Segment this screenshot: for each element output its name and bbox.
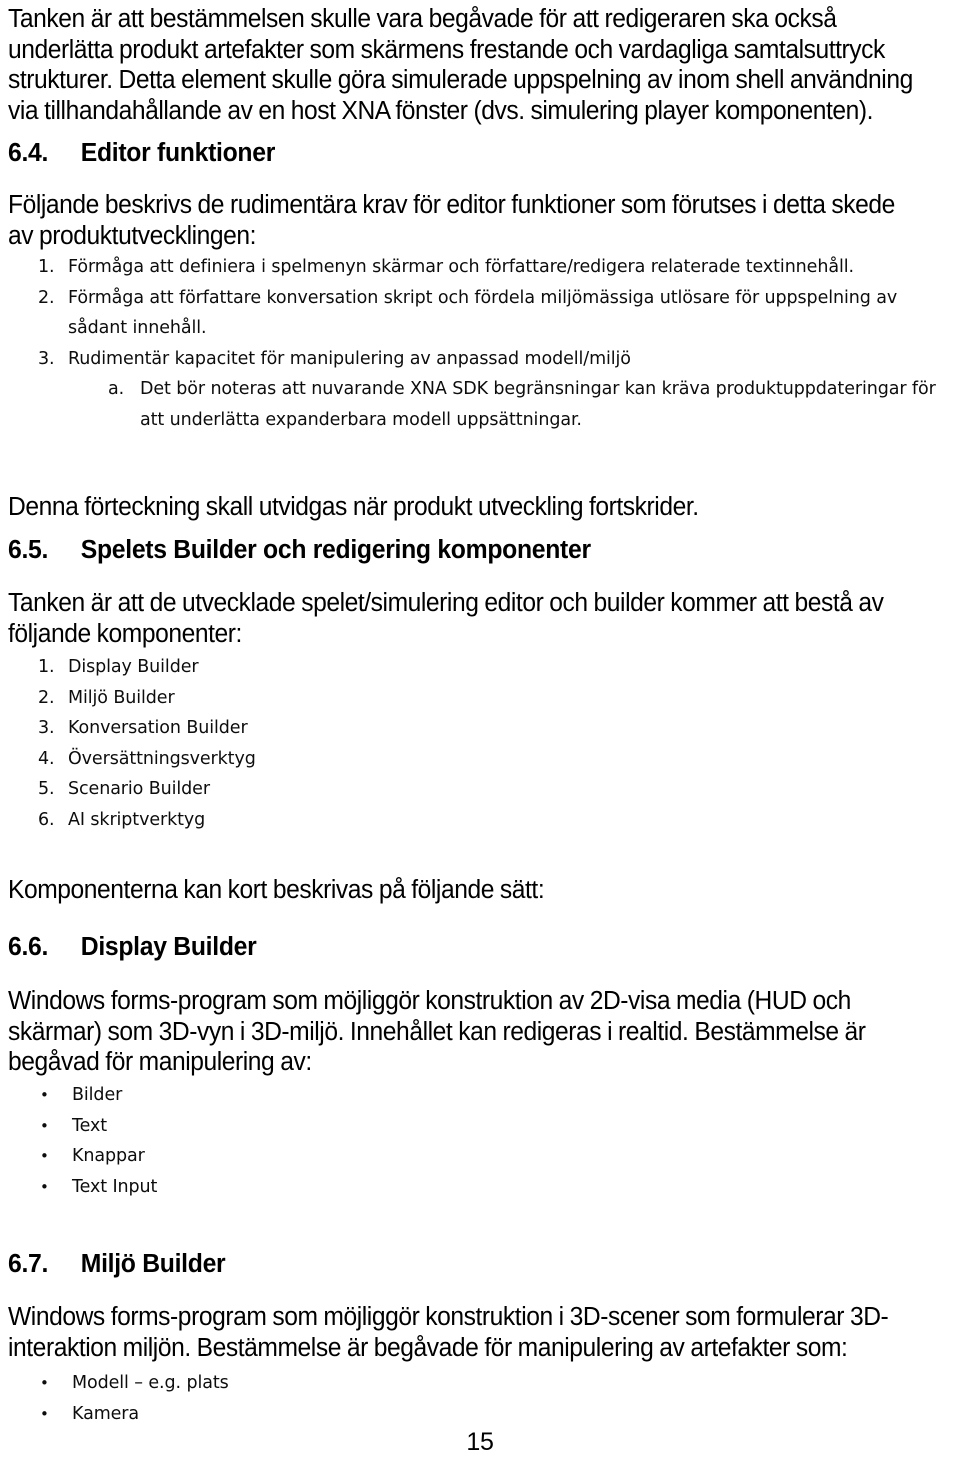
bullet-icon: • — [40, 1147, 49, 1165]
heading-number: 6.5. — [8, 536, 49, 564]
bullet-icon: • — [40, 1374, 49, 1392]
list-item: 6. AI skriptverktyg — [38, 805, 500, 836]
list-marker: 5. — [38, 779, 55, 799]
paragraph-text: Komponenterna kan kort beskrivas på följ… — [8, 876, 545, 904]
list-item: a. Det bör noteras att nuvarande XNA SDK… — [108, 374, 940, 435]
paragraph-6-7-intro: Windows forms-program som möjliggör kons… — [8, 1302, 958, 1363]
paragraph-6-5-intro: Tanken är att de utvecklade spelet/simul… — [8, 588, 953, 649]
heading-title: Editor funktioner — [80, 139, 276, 167]
heading-title: Miljö Builder — [80, 1250, 226, 1278]
paragraph-text: Tanken är att bestämmelsen skulle vara b… — [8, 5, 913, 125]
heading-title: Spelets Builder och redigering komponent… — [80, 536, 591, 564]
list-item: • Text Input — [40, 1172, 400, 1203]
paragraph-6-4-intro: Följande beskrivs de rudimentära krav fö… — [8, 190, 953, 251]
list-6-4: 1. Förmåga att definiera i spelmenyn skä… — [0, 252, 940, 435]
page-footer: 15 — [0, 1428, 960, 1457]
paragraph-text: Tanken är att de utvecklade spelet/simul… — [8, 589, 884, 648]
list-marker: 2. — [38, 687, 55, 708]
list-item-label: Rudimentär kapacitet för manipulering av… — [68, 348, 631, 369]
list-marker: 2. — [38, 287, 55, 308]
numbered-list: 1. Display Builder 2. Miljö Builder 3. K… — [0, 652, 500, 835]
list-6-7: • Modell – e.g. plats • Kamera — [0, 1368, 400, 1429]
bullet-icon: • — [40, 1177, 49, 1196]
document-page: Tanken är att bestämmelsen skulle vara b… — [0, 0, 960, 1476]
list-item-label: Display Builder — [68, 657, 199, 677]
list-6-5: 1. Display Builder 2. Miljö Builder 3. K… — [0, 652, 500, 835]
bullet-icon: • — [40, 1116, 49, 1135]
list-marker: 4. — [38, 748, 55, 769]
heading-number: 6.4. — [8, 139, 49, 167]
heading-number: 6.7. — [8, 1250, 49, 1278]
paragraph-6-5-closing: Komponenterna kan kort beskrivas på följ… — [8, 875, 708, 906]
heading-row: 6.6. Display Builder — [8, 932, 590, 963]
lettered-sublist: a. Det bör noteras att nuvarande XNA SDK… — [0, 374, 940, 435]
paragraph-6-6-intro: Windows forms-program som möjliggör kons… — [8, 986, 960, 1078]
list-marker: 3. — [38, 718, 55, 738]
section-heading-6-4: 6.4. Editor funktioner — [8, 138, 608, 169]
section-heading-6-5: 6.5. Spelets Builder och redigering komp… — [8, 535, 708, 566]
list-item-label: Det bör noteras att nuvarande XNA SDK be… — [140, 379, 936, 430]
list-item-label: AI skriptverktyg — [68, 809, 206, 830]
list-item: • Modell – e.g. plats — [40, 1368, 400, 1399]
section-heading-6-7: 6.7. Miljö Builder — [8, 1249, 508, 1280]
list-item-label: Miljö Builder — [68, 687, 175, 708]
list-item-label: Knappar — [72, 1146, 145, 1166]
bullet-list: • Bilder • Text • Knappar • Text Input — [0, 1080, 400, 1202]
page-number: 15 — [466, 1428, 494, 1456]
list-item-label: Kamera — [72, 1403, 140, 1424]
paragraph-text: Denna förteckning skall utvidgas när pro… — [8, 493, 699, 521]
list-item: 2. Förmåga att författare konversation s… — [38, 283, 940, 344]
list-item-label: Scenario Builder — [68, 779, 210, 799]
heading-row: 6.4. Editor funktioner — [8, 138, 590, 169]
list-item: 3. Konversation Builder — [38, 713, 500, 744]
bullet-icon: • — [40, 1086, 49, 1104]
list-marker: a. — [108, 379, 125, 399]
paragraph-text: Följande beskrivs de rudimentära krav fö… — [8, 191, 895, 250]
heading-row: 6.7. Miljö Builder — [8, 1249, 493, 1280]
list-item: 1. Display Builder — [38, 652, 500, 683]
list-marker: 1. — [38, 257, 55, 277]
list-item: 3. Rudimentär kapacitet för manipulering… — [38, 344, 940, 375]
list-item-label: Förmåga att författare konversation skri… — [68, 287, 898, 339]
list-marker: 1. — [38, 657, 55, 677]
list-marker: 3. — [38, 348, 55, 369]
list-item: • Knappar — [40, 1141, 400, 1172]
paragraph-text: Windows forms-program som möjliggör kons… — [8, 987, 866, 1076]
heading-number: 6.6. — [8, 933, 49, 961]
list-item: 1. Förmåga att definiera i spelmenyn skä… — [38, 252, 940, 283]
list-item: • Kamera — [40, 1399, 400, 1430]
list-item: 5. Scenario Builder — [38, 774, 500, 805]
list-item-label: Modell – e.g. plats — [72, 1373, 229, 1393]
list-item: 4. Översättningsverktyg — [38, 744, 500, 775]
list-item-label: Bilder — [72, 1085, 123, 1105]
list-item: • Text — [40, 1111, 400, 1142]
list-item-label: Förmåga att definiera i spelmenyn skärma… — [68, 257, 854, 277]
list-item-label: Text — [72, 1115, 107, 1136]
paragraph-intro: Tanken är att bestämmelsen skulle vara b… — [8, 4, 960, 126]
bullet-icon: • — [40, 1404, 49, 1423]
list-item: 2. Miljö Builder — [38, 683, 500, 714]
list-item-label: Översättningsverktyg — [68, 748, 256, 769]
list-item-label: Konversation Builder — [68, 718, 248, 738]
bullet-list: • Modell – e.g. plats • Kamera — [0, 1368, 400, 1429]
heading-title: Display Builder — [80, 933, 257, 961]
paragraph-text: Windows forms-program som möjliggör kons… — [8, 1303, 889, 1362]
list-item: • Bilder — [40, 1080, 400, 1111]
list-6-6: • Bilder • Text • Knappar • Text Input — [0, 1080, 400, 1202]
paragraph-6-4-closing: Denna förteckning skall utvidgas när pro… — [8, 492, 808, 523]
numbered-list: 1. Förmåga att definiera i spelmenyn skä… — [0, 252, 940, 374]
heading-row: 6.5. Spelets Builder och redigering komp… — [8, 535, 687, 566]
list-marker: 6. — [38, 809, 55, 830]
list-item-label: Text Input — [72, 1176, 158, 1197]
section-heading-6-6: 6.6. Display Builder — [8, 932, 608, 963]
